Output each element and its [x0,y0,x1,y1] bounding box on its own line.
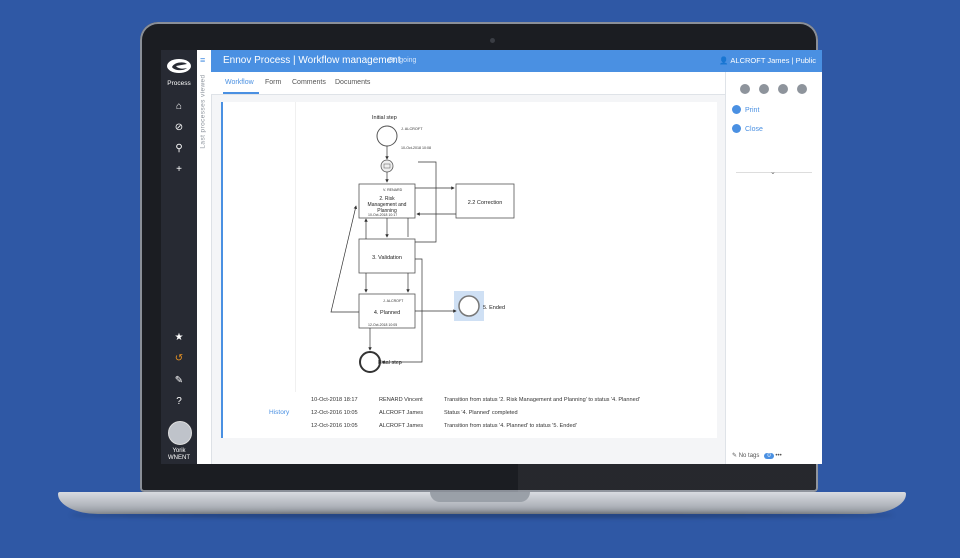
mail-event-node[interactable] [380,159,394,173]
initial-step-label: Initial step [372,115,397,121]
camera-dot [490,38,495,43]
final-step-label: Final step [378,360,402,366]
history-row-1-user: RENARD Vincent [379,397,423,403]
plus-icon[interactable]: + [172,163,186,177]
step2-date: 10-Oct-2018 10:17 [368,213,397,217]
page-title: Ennov Process | Workflow management [223,55,401,66]
planned-label: 4. Planned [374,310,400,316]
history-row-1-text: Transition from status '2. Risk Manageme… [444,397,640,403]
star-icon[interactable]: ★ [172,331,186,345]
initial-step-date: 10-Oct-2018 10:08 [401,146,431,150]
print-icon [732,105,741,114]
history-label: History [269,409,290,416]
tab-workflow[interactable]: Workflow [225,79,254,86]
validation-label: 3. Validation [372,255,402,261]
help-icon[interactable]: ? [172,395,186,409]
tab-documents[interactable]: Documents [335,79,370,86]
tags-row[interactable]: ✎ No tags 0 ••• [732,452,782,459]
tag-icon-small: ✎ [732,453,739,459]
history-row-3-text: Transition from status '4. Planned' to s… [444,423,577,429]
ban-icon[interactable]: ⊘ [172,121,186,135]
menu-icon[interactable]: ≡ [200,55,205,65]
left-nav: Process ⌂ ⊘ ⚲ + ★ ↺ ✎ ? Yorik WNENT [161,50,197,464]
planned-date: 12-Oct-2018 10:05 [368,323,397,327]
history-row-2-date: 12-Oct-2016 10:05 [311,410,358,416]
chevron-down-icon[interactable]: ⌄ [770,168,776,176]
initial-step-user: J. ALCROFT [401,127,423,131]
tab-bar: Workflow Form Comments Documents [211,72,725,95]
workflow-diagram: Initial step J. ALCROFT 10-Oct-2018 10:0… [295,102,616,392]
history-row-2-user: ALCROFT James [379,410,424,416]
history-row-1-date: 10-Oct-2018 18:17 [311,397,358,403]
home-icon[interactable]: ⌂ [172,100,186,114]
laptop-shadow [70,512,894,518]
recent-processes-label[interactable]: Last processes viewed [200,72,207,152]
ennov-logo-icon[interactable] [166,57,192,75]
laptop-notch [430,492,530,502]
final-step-node[interactable] [359,351,381,373]
avatar[interactable] [168,421,192,445]
tab-comments[interactable]: Comments [292,79,326,86]
tab-form[interactable]: Form [265,79,281,86]
print-label: Print [745,107,760,114]
ended-node[interactable] [458,295,480,317]
workflow-panel: Initial step J. ALCROFT 10-Oct-2018 10:0… [221,102,717,438]
info-icon[interactable] [740,84,750,94]
top-bar: Ennov Process | Workflow management On g… [211,50,822,72]
tags-count-badge: 0 [764,453,774,459]
recent-strip: ≡ Last processes viewed [197,50,212,464]
tag-icon[interactable]: ✎ [172,374,186,388]
user-name: Yorik WNENT [168,448,190,461]
history-row-3-user: ALCROFT James [379,423,424,429]
history-icon[interactable]: ↺ [172,352,186,366]
close-button[interactable]: Close [732,124,763,133]
user-menu[interactable]: 👤 ALCROFT James | Public [719,56,816,65]
close-icon [732,124,741,133]
tags-label: No tags [738,453,760,459]
step2-user: V. RENARD [383,188,403,192]
status-badge: On going [388,57,417,64]
planned-user: J. ALCROFT [383,299,404,303]
user-icon: 👤 [719,56,731,65]
correction-label: 2.2 Correction [468,200,503,206]
user-label: ALCROFT James | Public [730,56,816,65]
delete-icon[interactable] [778,84,788,94]
close-label: Close [745,126,763,133]
initial-step-node[interactable] [376,125,398,147]
screen: Process ⌂ ⊘ ⚲ + ★ ↺ ✎ ? Yorik WNENT ≡ La… [161,50,822,464]
history-row-2-text: Status '4. Planned' completed [444,410,518,416]
cloud-icon[interactable] [797,84,807,94]
ended-label: 5. Ended [483,305,505,311]
more-icon[interactable]: ••• [775,453,781,459]
print-button[interactable]: Print [732,105,759,114]
right-pane: Print Close ⌄ ✎ No tags 0 ••• [725,72,822,464]
settings-icon[interactable] [759,84,769,94]
logo-label: Process [167,80,191,87]
search-icon[interactable]: ⚲ [172,142,186,156]
history-row-3-date: 12-Oct-2016 10:05 [311,423,358,429]
tab-active-indicator [223,92,259,94]
